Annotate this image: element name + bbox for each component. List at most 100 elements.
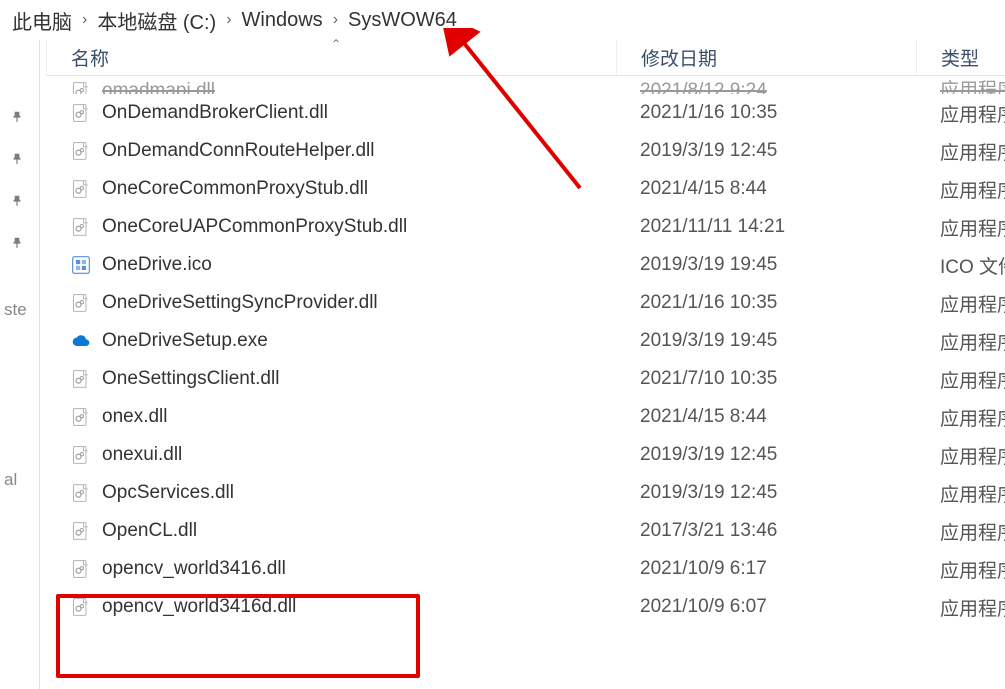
file-date-cell: 2017/3/21 13:46 xyxy=(616,520,916,542)
file-date-cell: 2021/11/11 14:21 xyxy=(616,216,916,238)
dll-icon xyxy=(70,292,92,314)
dll-icon xyxy=(70,140,92,162)
breadcrumb: 此电脑 › 本地磁盘 (C:) › Windows › SysWOW64 xyxy=(0,0,1005,40)
file-name-label: OneDriveSetup.exe xyxy=(102,330,268,352)
file-row[interactable]: OnDemandBrokerClient.dll2021/1/16 10:35应… xyxy=(46,94,1005,132)
file-type-cell: 应用程序 xyxy=(916,176,1005,203)
file-name-label: OpenCL.dll xyxy=(102,520,197,542)
file-name-label: opencv_world3416d.dll xyxy=(102,596,296,618)
file-type-cell: 应用程序 xyxy=(916,290,1005,317)
file-row[interactable]: onexui.dll2019/3/19 12:45应用程序 xyxy=(46,436,1005,474)
file-row[interactable]: OneDrive.ico2019/3/19 19:45ICO 文件 xyxy=(46,246,1005,284)
file-date-cell: 2019/3/19 12:45 xyxy=(616,140,916,162)
breadcrumb-item[interactable]: 此电脑 xyxy=(6,2,78,39)
file-type-cell: 应用程序 xyxy=(916,328,1005,355)
file-date-cell: 2021/8/12 9:24 xyxy=(616,76,916,94)
file-row[interactable]: opencv_world3416.dll 2021/10/9 6:17应用程序 xyxy=(46,550,1005,588)
file-name-cell[interactable]: OnDemandConnRouteHelper.dll xyxy=(46,140,616,162)
file-type-cell: 应用程序 xyxy=(916,556,1005,583)
file-name-cell[interactable]: OneCoreCommonProxyStub.dll xyxy=(46,178,616,200)
file-name-cell[interactable]: OneDriveSetup.exe xyxy=(46,330,616,352)
file-type-cell: 应用程序 xyxy=(916,518,1005,545)
file-name-label: opencv_world3416.dll xyxy=(102,558,286,580)
file-date-cell: 2019/3/19 12:45 xyxy=(616,444,916,466)
file-name-cell[interactable]: OneDrive.ico xyxy=(46,254,616,276)
file-date-cell: 2019/3/19 12:45 xyxy=(616,482,916,504)
file-row[interactable]: OpenCL.dll 2017/3/21 13:46应用程序 xyxy=(46,512,1005,550)
file-name-label: OpcServices.dll xyxy=(102,482,234,504)
file-type-cell: 应用程序 xyxy=(916,366,1005,393)
dll-icon xyxy=(70,596,92,618)
file-name-cell[interactable]: OpcServices.dll xyxy=(46,482,616,504)
dll-icon xyxy=(70,216,92,238)
nav-item-label[interactable]: al xyxy=(4,470,40,490)
dll-icon xyxy=(70,558,92,580)
column-header-type[interactable]: 类型 xyxy=(916,40,1005,75)
file-date-cell: 2021/1/16 10:35 xyxy=(616,292,916,314)
file-date-cell: 2019/3/19 19:45 xyxy=(616,330,916,352)
chevron-right-icon[interactable]: › xyxy=(222,11,235,29)
file-row[interactable]: OneSettingsClient.dll 2021/7/10 10:35应用程序 xyxy=(46,360,1005,398)
file-type-cell: 应用程序 xyxy=(916,442,1005,469)
file-name-cell[interactable]: onexui.dll xyxy=(46,444,616,466)
column-header-modified[interactable]: 修改日期 xyxy=(616,40,916,75)
chevron-right-icon[interactable]: › xyxy=(78,11,91,29)
breadcrumb-item[interactable]: 本地磁盘 (C:) xyxy=(91,2,222,39)
pin-icon xyxy=(10,152,24,171)
file-row[interactable]: OneDriveSetup.exe 2019/3/19 19:45应用程序 xyxy=(46,322,1005,360)
quick-access-rail: ste al xyxy=(0,40,40,689)
cloud-icon xyxy=(70,330,92,352)
breadcrumb-item[interactable]: Windows xyxy=(236,5,329,36)
file-date-cell: 2021/4/15 8:44 xyxy=(616,178,916,200)
file-date-cell: 2021/10/9 6:07 xyxy=(616,596,916,618)
dll-icon xyxy=(70,444,92,466)
file-type-cell: 应用程序 xyxy=(916,214,1005,241)
file-name-cell[interactable]: OneSettingsClient.dll xyxy=(46,368,616,390)
file-list-pane: ⌃ 名称 修改日期 类型 omadmapi.dll2021/8/12 9:24应… xyxy=(46,40,1005,689)
file-name-label: OneDrive.ico xyxy=(102,254,212,276)
column-headers: ⌃ 名称 修改日期 类型 xyxy=(46,40,1005,76)
breadcrumb-item[interactable]: SysWOW64 xyxy=(342,5,463,36)
file-row[interactable]: OnDemandConnRouteHelper.dll 2019/3/19 12:… xyxy=(46,132,1005,170)
dll-icon xyxy=(70,368,92,390)
dll-icon xyxy=(70,178,92,200)
file-date-cell: 2021/4/15 8:44 xyxy=(616,406,916,428)
sort-ascending-icon: ⌃ xyxy=(331,37,341,51)
file-name-label: OnDemandConnRouteHelper.dll xyxy=(102,140,375,162)
file-name-cell[interactable]: opencv_world3416.dll xyxy=(46,558,616,580)
file-name-label: OneDriveSettingSyncProvider.dll xyxy=(102,292,378,314)
file-row[interactable]: OneCoreUAPCommonProxyStub.dll2021/11/11 … xyxy=(46,208,1005,246)
file-name-cell[interactable]: opencv_world3416d.dll xyxy=(46,596,616,618)
file-row[interactable]: OpcServices.dll 2019/3/19 12:45应用程序 xyxy=(46,474,1005,512)
file-name-label: onex.dll xyxy=(102,406,168,428)
ico-icon xyxy=(70,254,92,276)
file-name-label: OnDemandBrokerClient.dll xyxy=(102,102,328,124)
file-row[interactable]: omadmapi.dll2021/8/12 9:24应用程序 xyxy=(46,76,1005,94)
file-name-cell[interactable]: OneCoreUAPCommonProxyStub.dll xyxy=(46,216,616,238)
file-name-cell[interactable]: omadmapi.dll xyxy=(46,76,616,94)
pin-icon xyxy=(10,110,24,129)
file-type-cell: 应用程序 xyxy=(916,138,1005,165)
file-row[interactable]: OneDriveSettingSyncProvider.dll 2021/1/16… xyxy=(46,284,1005,322)
dll-icon xyxy=(70,520,92,542)
dll-icon xyxy=(70,406,92,428)
file-name-cell[interactable]: OpenCL.dll xyxy=(46,520,616,542)
file-type-cell: 应用程序 xyxy=(916,100,1005,127)
chevron-right-icon[interactable]: › xyxy=(329,11,342,29)
file-name-label: OneSettingsClient.dll xyxy=(102,368,279,390)
file-type-cell: 应用程序 xyxy=(916,594,1005,621)
dll-icon xyxy=(70,102,92,124)
file-name-cell[interactable]: OneDriveSettingSyncProvider.dll xyxy=(46,292,616,314)
file-name-cell[interactable]: onex.dll xyxy=(46,406,616,428)
file-rows: omadmapi.dll2021/8/12 9:24应用程序OnDemandBr… xyxy=(46,76,1005,689)
file-date-cell: 2021/7/10 10:35 xyxy=(616,368,916,390)
file-type-cell: ICO 文件 xyxy=(916,252,1005,279)
file-row[interactable]: opencv_world3416d.dll 2021/10/9 6:07应用程序 xyxy=(46,588,1005,626)
file-type-cell: 应用程序 xyxy=(916,76,1005,94)
file-row[interactable]: onex.dll2021/4/15 8:44应用程序 xyxy=(46,398,1005,436)
file-row[interactable]: OneCoreCommonProxyStub.dll2021/4/15 8:44… xyxy=(46,170,1005,208)
file-type-cell: 应用程序 xyxy=(916,480,1005,507)
file-name-cell[interactable]: OnDemandBrokerClient.dll xyxy=(46,102,616,124)
file-date-cell: 2021/10/9 6:17 xyxy=(616,558,916,580)
nav-item-label[interactable]: ste xyxy=(4,300,40,320)
